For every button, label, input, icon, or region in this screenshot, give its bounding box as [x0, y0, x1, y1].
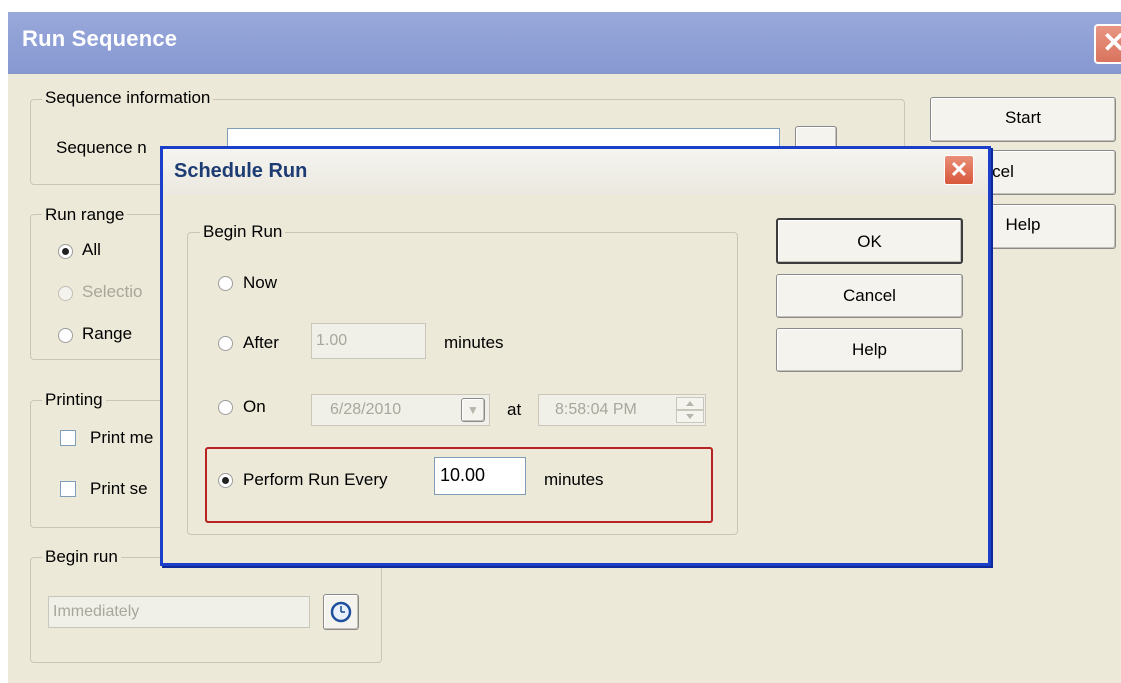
sequence-name-label: Sequence n — [56, 138, 147, 157]
begin-run-legend: Begin run — [42, 547, 121, 567]
time-value: 8:58:04 PM — [555, 401, 637, 418]
after-unit-label: minutes — [444, 333, 504, 352]
close-icon[interactable]: ✕ — [944, 155, 974, 185]
sequence-information-legend: Sequence information — [42, 88, 214, 108]
chevron-down-icon: ▼ — [461, 398, 485, 422]
schedule-run-title: Schedule Run — [174, 160, 308, 182]
on-radio[interactable] — [218, 400, 233, 415]
every-minutes-input[interactable]: 10.00 — [434, 457, 526, 495]
run-sequence-title: Run Sequence — [22, 26, 178, 51]
after-radio[interactable] — [218, 336, 233, 351]
start-button[interactable]: Start — [930, 97, 1116, 142]
print-sequence-label: Print se — [90, 479, 148, 498]
help-button[interactable]: Help — [776, 328, 963, 372]
time-spinner-icon — [676, 397, 704, 423]
printing-group — [30, 400, 170, 528]
ok-button[interactable]: OK — [776, 218, 963, 264]
begin-run-field: Immediately — [48, 596, 310, 628]
begin-run-options-legend: Begin Run — [200, 222, 286, 242]
perform-run-every-radio[interactable] — [218, 473, 233, 488]
printing-legend: Printing — [42, 390, 106, 410]
print-method-checkbox[interactable] — [60, 430, 76, 446]
every-unit-label: minutes — [544, 470, 604, 489]
run-range-selection-radio — [58, 286, 73, 301]
on-label: On — [243, 397, 266, 416]
at-label: at — [507, 400, 522, 419]
print-sequence-checkbox[interactable] — [60, 481, 76, 497]
run-range-all-radio[interactable] — [58, 244, 73, 259]
run-range-range-label: Range — [82, 324, 133, 343]
run-range-all-label: All — [82, 240, 101, 259]
now-label: Now — [243, 273, 278, 292]
cancel-button[interactable]: Cancel — [776, 274, 963, 318]
close-icon[interactable]: ✕ — [1094, 24, 1121, 64]
run-range-range-radio[interactable] — [58, 328, 73, 343]
schedule-button[interactable] — [323, 594, 359, 630]
print-method-label: Print me — [90, 428, 154, 447]
after-label: After — [243, 333, 279, 352]
after-minutes-field: 1.00 — [311, 323, 426, 359]
perform-run-every-label: Perform Run Every — [243, 470, 388, 489]
run-range-selection-label: Selectio — [82, 282, 143, 301]
date-value: 6/28/2010 — [330, 401, 402, 418]
now-radio[interactable] — [218, 276, 233, 291]
run-range-legend: Run range — [42, 205, 128, 225]
clock-icon — [330, 601, 352, 623]
